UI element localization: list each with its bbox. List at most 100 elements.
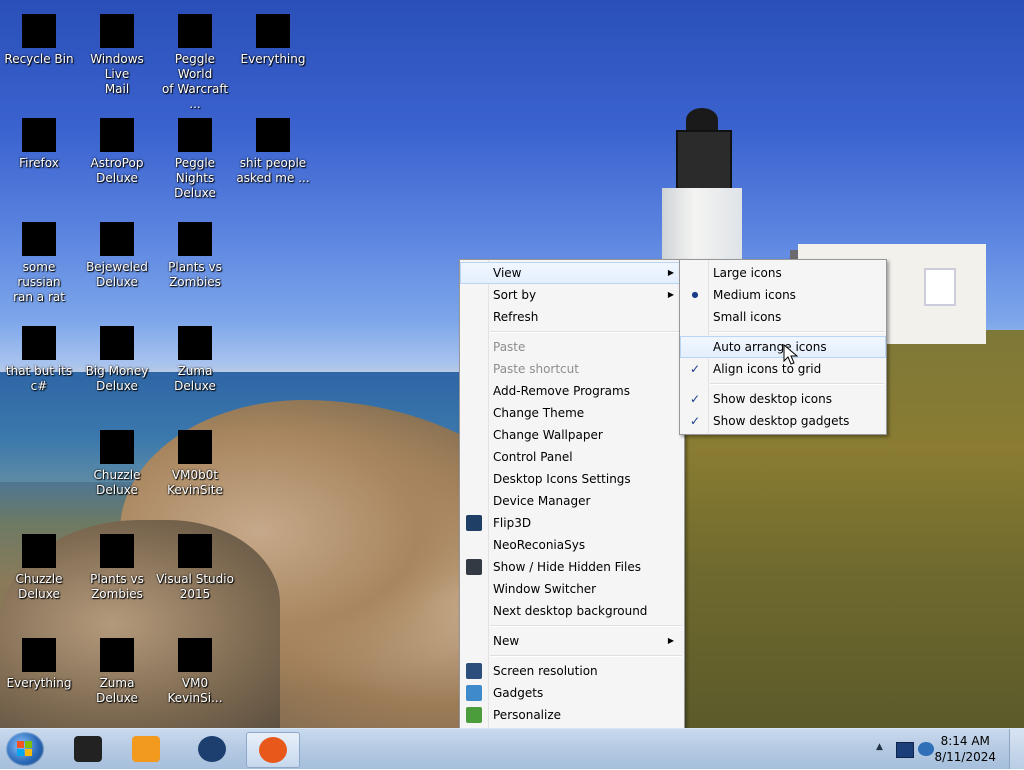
radio-bullet-icon: ●: [691, 290, 699, 299]
desktop-icon[interactable]: VM0b0t KevinSite: [156, 418, 234, 498]
checkmark-icon: ✓: [689, 362, 701, 376]
context-menu-item-add-remove-programs[interactable]: Add-Remove Programs: [460, 380, 684, 402]
view-submenu-item-show-desktop-gadgets[interactable]: ✓ Show desktop gadgets: [680, 410, 886, 432]
taskbar-app-1[interactable]: [62, 732, 114, 766]
app-icon: [120, 2, 146, 28]
taskbar-globe-app[interactable]: [186, 732, 238, 766]
context-menu-item-view[interactable]: View ▶: [460, 262, 684, 284]
view-submenu-item-large-icons[interactable]: Large icons: [680, 262, 886, 284]
clock[interactable]: 8:14 AM 8/11/2024: [934, 733, 996, 765]
desktop-icon[interactable]: Zuma Deluxe: [78, 626, 156, 706]
taskbar-firefox[interactable]: [246, 732, 300, 768]
menu-item-label: Small icons: [713, 310, 782, 324]
app-icon: [120, 210, 146, 236]
desktop-icon-label: Chuzzle Deluxe: [93, 468, 141, 497]
taskbar-media-player[interactable]: [120, 732, 172, 766]
display-icon[interactable]: [896, 742, 914, 758]
desktop-icon-image: [178, 522, 224, 568]
desktop-icon[interactable]: VM0 KevinSi...: [156, 626, 234, 706]
desktop-icon[interactable]: Chuzzle Deluxe: [78, 418, 156, 498]
desktop-icon-image: [178, 2, 224, 48]
desktop-icon[interactable]: Peggle World of Warcraft ...: [156, 2, 234, 112]
desktop-icon-image: [178, 626, 224, 672]
desktop-icon[interactable]: Zuma Deluxe: [156, 314, 234, 394]
desktop-icon-image: [100, 522, 146, 568]
context-menu-item-desktop-icons-settings[interactable]: Desktop Icons Settings: [460, 468, 684, 490]
desktop-icon[interactable]: Bejeweled Deluxe: [78, 210, 156, 290]
app-icon: [276, 2, 302, 28]
taskbar: ▲ 8:14 AM 8/11/2024: [0, 728, 1024, 769]
desktop-icon[interactable]: Peggle Nights Deluxe: [156, 106, 234, 201]
desktop-icon[interactable]: Recycle Bin: [0, 2, 78, 67]
desktop-icon-label: Plants vs Zombies: [90, 572, 144, 601]
desktop-icon[interactable]: some russian ran a rat: [0, 210, 78, 305]
app-icon: [198, 2, 224, 28]
desktop-icon-label: Peggle World of Warcraft ...: [161, 52, 229, 111]
show-desktop-button[interactable]: [1009, 729, 1024, 769]
menu-item-label: Personalize: [493, 708, 562, 722]
app-icon: [198, 314, 224, 340]
desktop-icon-image: [256, 2, 302, 48]
view-submenu-item-show-desktop-icons[interactable]: ✓ Show desktop icons: [680, 388, 886, 410]
start-button[interactable]: [6, 732, 44, 766]
desktop-icon-label: Everything: [240, 52, 306, 66]
desktop-icon[interactable]: Firefox: [0, 106, 78, 171]
tray-expand-icon[interactable]: ▲: [876, 742, 892, 756]
desktop-icon-label: AstroPop Deluxe: [90, 156, 144, 185]
desktop-icon[interactable]: Plants vs Zombies: [156, 210, 234, 290]
desktop-icon-image: [22, 314, 68, 360]
context-menu-item-new[interactable]: New ▶: [460, 630, 684, 652]
context-menu-item-next-desktop-background[interactable]: Next desktop background: [460, 600, 684, 622]
desktop-icon[interactable]: Chuzzle Deluxe: [0, 522, 78, 602]
menu-item-label: Flip3D: [493, 516, 532, 530]
network-icon[interactable]: [918, 742, 934, 756]
desktop-icon[interactable]: AstroPop Deluxe: [78, 106, 156, 186]
menu-item-label: Show desktop gadgets: [713, 414, 850, 428]
context-menu-item-show-hide-hidden-files[interactable]: Show / Hide Hidden Files: [460, 556, 684, 578]
clock-time: 8:14 AM: [940, 734, 990, 748]
context-menu-item-screen-resolution[interactable]: Screen resolution: [460, 660, 684, 682]
desktop-icon[interactable]: Plants vs Zombies: [78, 522, 156, 602]
context-menu-item-device-manager[interactable]: Device Manager: [460, 490, 684, 512]
desktop-icon-label: Zuma Deluxe: [174, 364, 216, 393]
system-tray: ▲ 8:14 AM 8/11/2024: [864, 729, 1024, 769]
desktop-icon-image: [22, 106, 68, 152]
menu-item-label: Desktop Icons Settings: [493, 472, 631, 486]
desktop-context-menu: View ▶ Sort by ▶ Refresh Paste Paste shortcut A…: [459, 259, 685, 729]
desktop-icon[interactable]: Everything: [234, 2, 312, 67]
menu-item-label: View: [493, 266, 522, 280]
desktop-icon[interactable]: shit people asked me ...: [234, 106, 312, 186]
context-menu-item-refresh[interactable]: Refresh: [460, 306, 684, 328]
context-menu-item-sort-by[interactable]: Sort by ▶: [460, 284, 684, 306]
menu-item-label: Add-Remove Programs: [493, 384, 630, 398]
checkmark-icon: ✓: [689, 392, 701, 406]
context-menu-item-change-wallpaper[interactable]: Change Wallpaper: [460, 424, 684, 446]
desktop-icon[interactable]: Windows Live Mail: [78, 2, 156, 97]
context-menu-item-gadgets[interactable]: Gadgets: [460, 682, 684, 704]
view-submenu-item-small-icons[interactable]: Small icons: [680, 306, 886, 328]
context-menu-item-personalize[interactable]: Personalize: [460, 704, 684, 726]
menu-item-label: Refresh: [493, 310, 539, 324]
wallpaper-lighthouse: [662, 108, 742, 308]
context-menu-item-control-panel[interactable]: Control Panel: [460, 446, 684, 468]
menu-item-label: Align icons to grid: [713, 362, 822, 376]
app-icon: [198, 522, 224, 548]
view-submenu-item-medium-icons[interactable]: ● Medium icons: [680, 284, 886, 306]
desktop-icon[interactable]: Big Money Deluxe: [78, 314, 156, 394]
context-menu-item-neoreconiasys[interactable]: NeoReconiaSys: [460, 534, 684, 556]
desktop-icon[interactable]: Everything: [0, 626, 78, 691]
gadgets-icon: [466, 685, 482, 701]
desktop-icon[interactable]: Visual Studio 2015: [156, 522, 234, 602]
taskbar-app-1-icon: [74, 736, 102, 762]
app-icon: [42, 210, 68, 236]
desktop-icon[interactable]: that but its c#: [0, 314, 78, 394]
desktop-icon-image: [178, 210, 224, 256]
menu-item-label: Change Theme: [493, 406, 585, 420]
context-menu-item-change-theme[interactable]: Change Theme: [460, 402, 684, 424]
app-icon: [42, 522, 68, 548]
context-menu-item-window-switcher[interactable]: Window Switcher: [460, 578, 684, 600]
menu-item-label: Auto arrange icons: [713, 340, 827, 354]
menu-item-label: Show desktop icons: [713, 392, 833, 406]
context-menu-item-flip3d[interactable]: Flip3D: [460, 512, 684, 534]
desktop-icon-image: [22, 2, 68, 48]
